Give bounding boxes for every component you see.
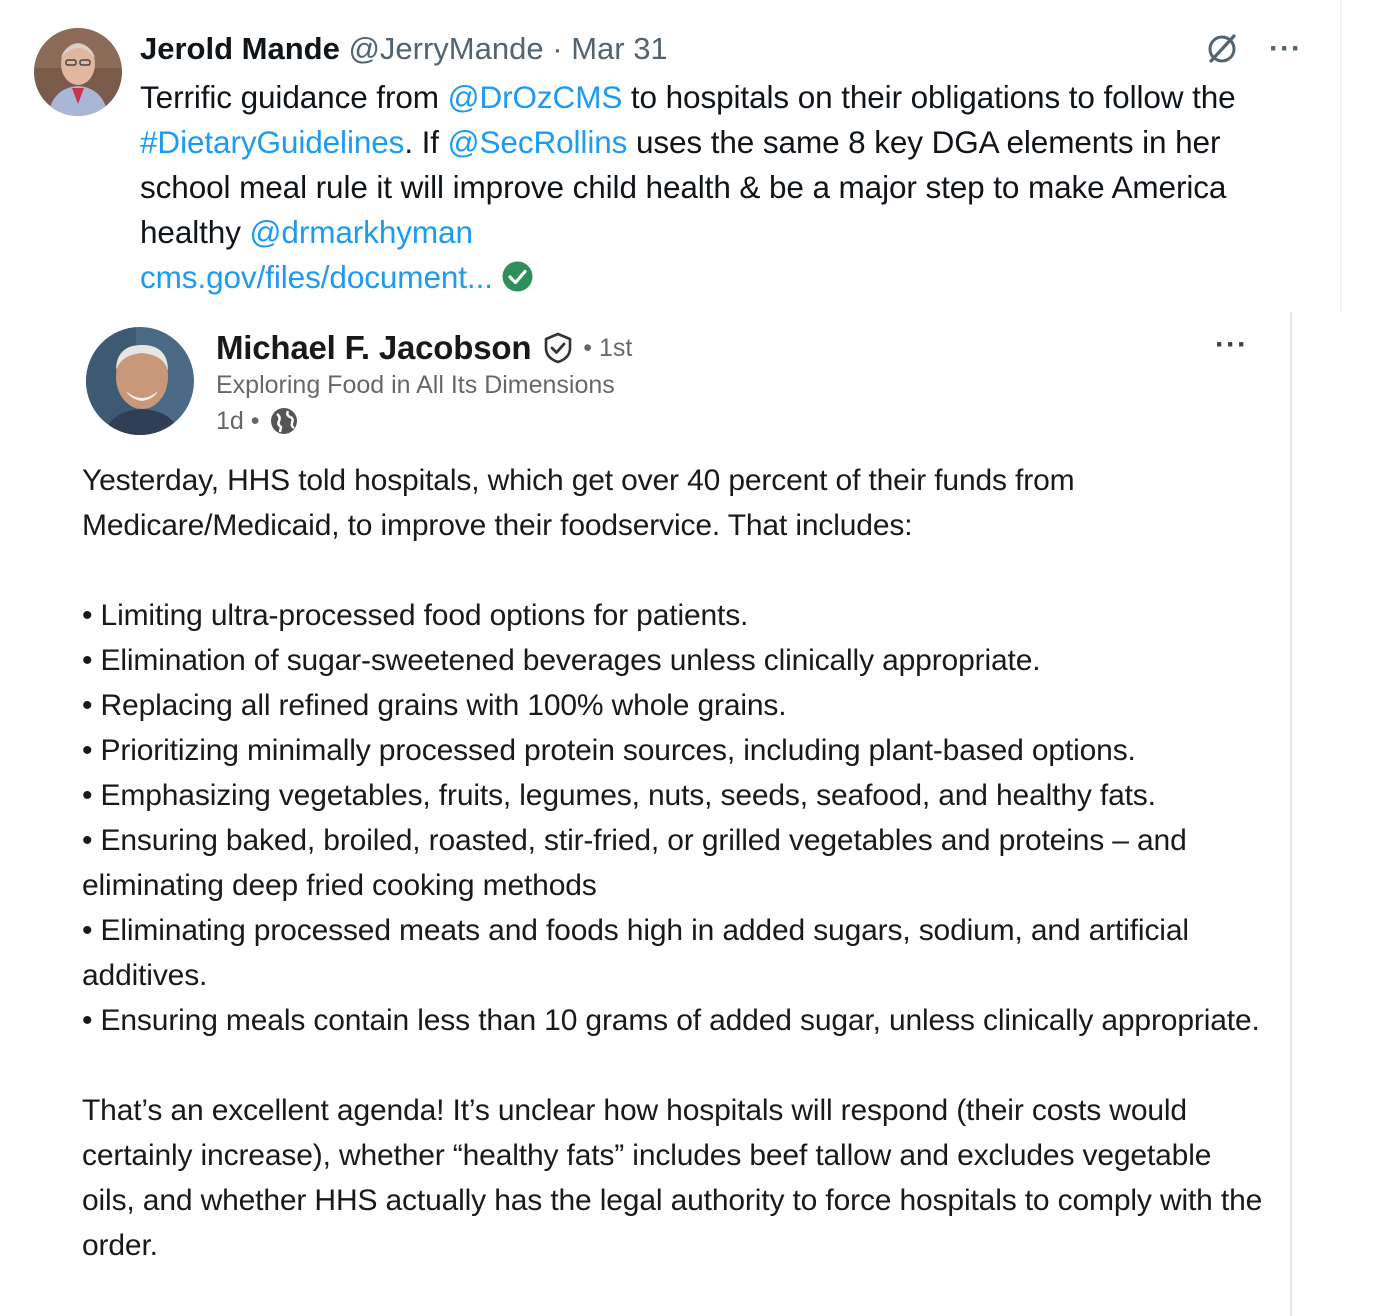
bullet-item: • Prioritizing minimally processed prote…: [82, 734, 1136, 767]
more-options-icon[interactable]: ···: [1215, 328, 1248, 362]
tweet-actions: ···: [1203, 30, 1302, 68]
verified-link-icon: [502, 261, 533, 292]
tweet-author-avatar[interactable]: [34, 28, 122, 116]
hashtag-link[interactable]: #DietaryGuidelines: [140, 124, 404, 160]
bullet-item: • Elimination of sugar-sweetened beverag…: [82, 644, 1041, 677]
bullet-item: • Emphasizing vegetables, fruits, legume…: [82, 779, 1156, 812]
bullet-item: • Limiting ultra-processed food options …: [82, 599, 749, 632]
verified-shield-icon: [544, 332, 572, 364]
post-conclusion: That’s an excellent agenda! It’s unclear…: [82, 1094, 1263, 1262]
tweet-author-name[interactable]: Jerold Mande: [140, 31, 340, 66]
mention-link[interactable]: @SecRollins: [448, 124, 628, 160]
tweet-text-segment: to hospitals on their obligations to fol…: [622, 79, 1236, 115]
linkedin-author-avatar[interactable]: [86, 327, 194, 435]
tweet-text: Terrific guidance from @DrOzCMS to hospi…: [140, 75, 1315, 300]
mention-link[interactable]: @DrOzCMS: [448, 79, 623, 115]
bullet-item: • Ensuring baked, broiled, roasted, stir…: [82, 824, 1187, 902]
tweet-text-segment: . If: [404, 124, 448, 160]
tweet-header: Jerold Mande @JerryMande · Mar 31: [140, 28, 668, 70]
tweet-date[interactable]: Mar 31: [571, 31, 667, 66]
bullet-item: • Eliminating processed meats and foods …: [82, 914, 1189, 992]
bullet-item: • Replacing all refined grains with 100%…: [82, 689, 787, 722]
tweet-card: Jerold Mande @JerryMande · Mar 31 ··· Te…: [0, 0, 1342, 312]
linkedin-author-name[interactable]: Michael F. Jacobson: [216, 326, 531, 370]
tweet-author-handle[interactable]: @JerryMande: [348, 31, 543, 66]
connection-degree: • 1st: [583, 334, 633, 362]
mention-link[interactable]: @drmarkhyman: [250, 214, 473, 250]
linkedin-name-row: Michael F. Jacobson • 1st: [216, 326, 632, 370]
linkedin-post: Michael F. Jacobson • 1st Exploring Food…: [0, 312, 1292, 1316]
globe-icon: [270, 408, 297, 434]
post-time: 1d •: [216, 407, 260, 435]
linkedin-post-meta: 1d •: [216, 404, 300, 438]
tweet-url-link[interactable]: cms.gov/files/document...: [140, 259, 493, 295]
tweet-text-segment: Terrific guidance from: [140, 79, 448, 115]
bullet-item: • Ensuring meals contain less than 10 gr…: [82, 1004, 1260, 1037]
tweet-separator: ·: [552, 31, 563, 66]
linkedin-post-body: Yesterday, HHS told hospitals, which get…: [82, 458, 1272, 1268]
linkedin-author-headline: Exploring Food in All Its Dimensions: [216, 371, 615, 399]
grok-icon[interactable]: [1203, 30, 1241, 68]
more-options-icon[interactable]: ···: [1269, 34, 1302, 64]
post-intro: Yesterday, HHS told hospitals, which get…: [82, 464, 1075, 542]
